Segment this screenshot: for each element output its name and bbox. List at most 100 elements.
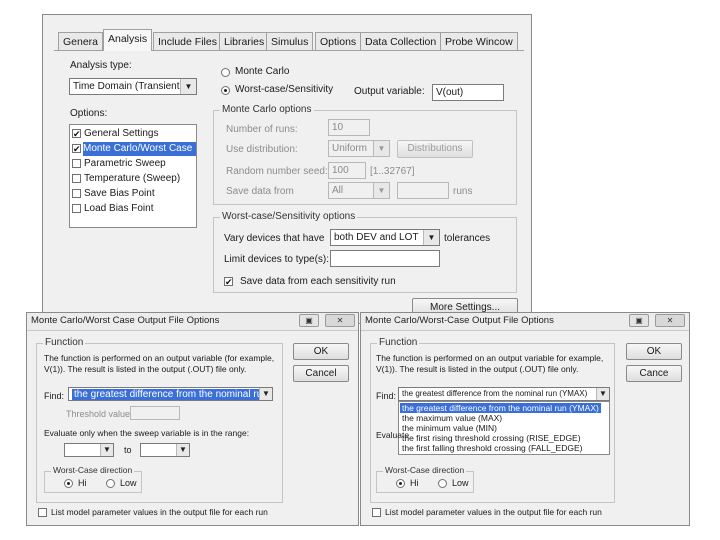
dropdown-option[interactable]: the greatest difference from the nominal… (400, 403, 601, 413)
option-label: General Settings (84, 128, 159, 139)
low-radio[interactable] (106, 479, 115, 488)
use-distribution-value: Uniform (332, 143, 368, 154)
limit-devices-input[interactable] (330, 250, 440, 267)
ok-button[interactable]: OK (626, 343, 682, 360)
tab-options[interactable]: Options (315, 32, 362, 50)
tab-probe-window[interactable]: Probe Wincow (440, 32, 518, 50)
evaluate-range-label: Evaluate (376, 430, 410, 440)
tolerances-label: tolerances (444, 233, 491, 244)
option-checkbox[interactable]: ✔ (72, 144, 81, 154)
vary-devices-select[interactable]: both DEV and LOT ▼ (330, 229, 440, 246)
dropdown-option[interactable]: the first rising threshold crossing (RIS… (400, 433, 583, 443)
list-model-label: List model parameter values in the outpu… (385, 507, 602, 517)
option-label: Temperature (Sweep) (84, 173, 181, 184)
chevron-down-icon[interactable]: ▼ (180, 79, 196, 94)
seed-range-label: [1..32767] (370, 166, 415, 177)
ok-button[interactable]: OK (293, 343, 349, 360)
num-runs-input[interactable]: 10 (328, 119, 370, 136)
function-group-title: Function (43, 337, 86, 348)
option-checkbox[interactable]: ✔ (72, 129, 81, 139)
use-distribution-select[interactable]: Uniform ▼ (328, 140, 390, 157)
save-data-select[interactable]: All ▼ (328, 182, 390, 199)
function-description-line2: V(1)). The result is listed in the outpu… (44, 364, 247, 374)
find-value: the greatest difference from the nominal… (402, 389, 588, 398)
help-icon[interactable]: ▣ (299, 314, 319, 327)
analysis-type-select[interactable]: Time Domain (Transient) ▼ (69, 78, 197, 95)
evaluate-range-label: Evaluate only when the sweep variable is… (44, 428, 250, 438)
save-sensitivity-checkbox[interactable]: ✔ (224, 277, 233, 287)
save-data-runs-input[interactable] (397, 182, 449, 199)
save-data-label: Save data from (226, 186, 294, 197)
chevron-down-icon[interactable]: ▼ (176, 444, 189, 456)
output-variable-input[interactable]: V(out) (432, 84, 504, 101)
tab-libraries[interactable]: Libraries (219, 32, 270, 50)
chevron-down-icon[interactable]: ▼ (373, 183, 389, 198)
seed-label: Random number seed: (226, 166, 328, 177)
function-description-line1: The function is performed on an output v… (376, 353, 604, 363)
hi-radio[interactable] (396, 479, 405, 488)
list-model-checkbox[interactable] (372, 508, 381, 517)
find-label: Find: (376, 391, 397, 401)
distributions-button[interactable]: Distributions (397, 140, 473, 158)
option-checkbox[interactable] (72, 204, 81, 213)
threshold-input[interactable] (130, 406, 180, 420)
chevron-down-icon[interactable]: ▼ (100, 444, 113, 456)
limit-devices-label: Limit devices to type(s): (224, 254, 330, 265)
option-label: Monte Carlo/Worst Case (83, 142, 197, 156)
dropdown-option[interactable]: the minimum value (MIN) (400, 423, 499, 433)
find-value: the greatest difference from the nominal… (72, 389, 272, 400)
options-label: Options: (70, 108, 108, 119)
find-dropdown-list[interactable]: the greatest difference from the nominal… (398, 401, 610, 455)
vary-devices-label: Vary devices that have (224, 233, 325, 244)
use-distribution-label: Use distribution: (226, 144, 298, 155)
chevron-down-icon[interactable]: ▼ (423, 230, 439, 245)
list-model-checkbox[interactable] (38, 508, 47, 517)
num-runs-label: Number of runs: (226, 124, 298, 135)
chevron-down-icon[interactable]: ▼ (259, 388, 272, 400)
range-from-select[interactable]: ▼ (64, 443, 114, 457)
analysis-type-value: Time Domain (Transient) (73, 81, 183, 92)
function-group-title: Function (377, 337, 420, 348)
close-icon[interactable]: ✕ (325, 314, 355, 327)
dialog-title: Monte Carlo/Worst-Case Output File Optio… (365, 315, 554, 326)
threshold-label: Threshold value: (66, 409, 133, 419)
find-label: Find: (44, 391, 65, 401)
option-checkbox[interactable] (72, 189, 81, 198)
range-to-select[interactable]: ▼ (140, 443, 190, 457)
hi-radio[interactable] (64, 479, 73, 488)
analysis-type-label: Analysis type: (70, 60, 132, 71)
help-icon[interactable]: ▣ (629, 314, 649, 327)
cancel-button[interactable]: Cance (626, 365, 682, 382)
vary-devices-value: both DEV and LOT (334, 232, 419, 243)
tab-include-files[interactable]: Include Files (153, 32, 222, 50)
find-select[interactable]: the greatest difference from the nominal… (68, 387, 273, 401)
close-icon[interactable]: ✕ (655, 314, 685, 327)
function-description-line2: V(1)). The result is listed in the outpu… (376, 364, 579, 374)
tab-data-collection[interactable]: Data Collection (360, 32, 442, 50)
dropdown-option[interactable]: the first falling threshold crossing (FA… (400, 443, 584, 453)
dialog-title-bar: Monte Carlo/Worst Case Output File Optio… (27, 313, 358, 331)
monte-carlo-radio[interactable] (221, 68, 230, 77)
chevron-down-icon[interactable]: ▼ (373, 141, 389, 156)
tab-general[interactable]: Genera (58, 32, 104, 50)
worst-case-direction-title: Worst-Case direction (383, 465, 467, 475)
seed-input[interactable]: 100 (328, 162, 366, 179)
tab-analysis[interactable]: Analysis (103, 29, 153, 51)
find-select[interactable]: the greatest difference from the nominal… (398, 387, 610, 401)
chevron-down-icon[interactable]: ▼ (596, 388, 609, 400)
low-radio[interactable] (438, 479, 447, 488)
monte-carlo-label: Monte Carlo (235, 66, 290, 77)
option-label: Parametric Sweep (84, 158, 166, 169)
low-label: Low (120, 478, 137, 488)
cancel-button[interactable]: Cancel (293, 365, 349, 382)
option-checkbox[interactable] (72, 174, 81, 183)
worst-case-label: Worst-case/Sensitivity (235, 84, 334, 95)
options-list[interactable]: ✔ General Settings ✔ Monte Carlo/Worst C… (69, 124, 197, 228)
dropdown-option[interactable]: the maximum value (MAX) (400, 413, 504, 423)
worst-case-radio[interactable] (221, 86, 230, 95)
runs-label: runs (453, 186, 473, 197)
tab-stimulus[interactable]: Simulus (266, 32, 314, 50)
option-checkbox[interactable] (72, 159, 81, 168)
worst-case-options-title: Worst-case/Sensitivity options (220, 211, 358, 222)
hi-label: Hi (78, 478, 87, 488)
